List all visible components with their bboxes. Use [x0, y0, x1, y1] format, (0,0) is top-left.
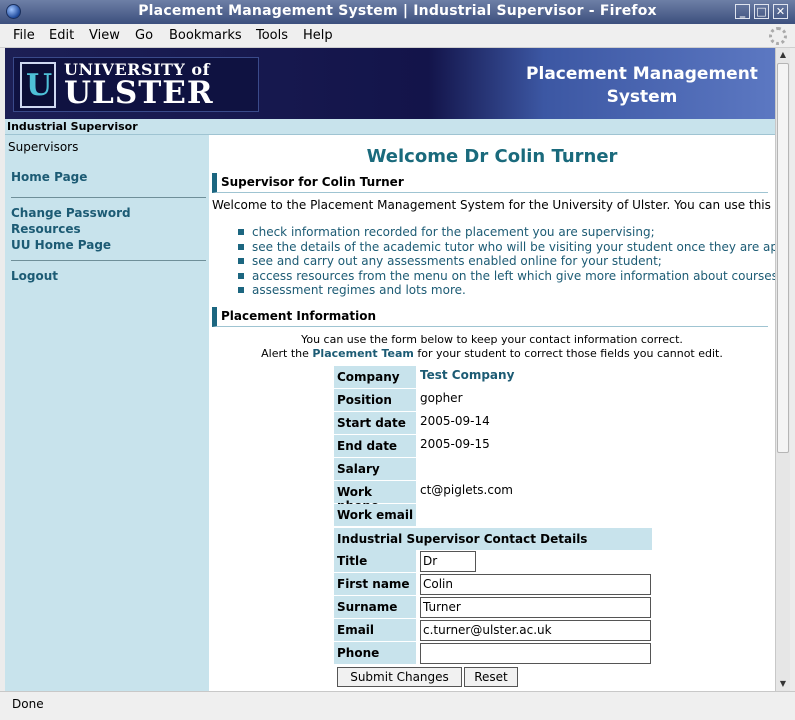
- system-title: Placement Management System: [526, 64, 758, 107]
- field-value: 2005-09-14: [420, 414, 490, 428]
- email-field[interactable]: c.turner@ulster.ac.uk: [420, 620, 651, 641]
- field-value: 2005-09-15: [420, 437, 490, 451]
- menu-file[interactable]: File: [13, 28, 35, 43]
- list-item: see the details of the academic tutor wh…: [237, 240, 775, 255]
- field-value: gopher: [420, 391, 463, 405]
- throbber-icon: [769, 27, 787, 45]
- title-field[interactable]: Dr: [420, 551, 476, 572]
- menu-bookmarks[interactable]: Bookmarks: [169, 28, 242, 43]
- phone-field[interactable]: [420, 643, 651, 664]
- menu-go[interactable]: Go: [135, 28, 153, 43]
- field-label: First name: [334, 573, 416, 595]
- menu-tools[interactable]: Tools: [256, 28, 288, 43]
- placement-team-link[interactable]: Placement Team: [312, 347, 413, 360]
- field-label: Work email: [334, 504, 416, 526]
- section-heading-supervisor: Supervisor for Colin Turner: [212, 173, 768, 193]
- sidebar-divider: [11, 260, 206, 261]
- menu-view[interactable]: View: [89, 28, 120, 43]
- section-heading-placement: Placement Information: [212, 307, 768, 327]
- list-item: access resources from the menu on the le…: [237, 269, 775, 284]
- submit-changes-button[interactable]: Submit Changes: [337, 667, 462, 687]
- scrollbar-thumb[interactable]: [777, 63, 789, 453]
- sidebar: Supervisors Home Page Change Password Re…: [5, 135, 209, 691]
- field-label: Start date: [334, 412, 416, 434]
- field-label: Salary: [334, 458, 416, 480]
- sidebar-link-home[interactable]: Home Page: [11, 170, 87, 184]
- menu-help[interactable]: Help: [303, 28, 333, 43]
- field-label: Position: [334, 389, 416, 411]
- field-value: ct@piglets.com: [420, 483, 513, 497]
- sidebar-link-change-password[interactable]: Change Password: [11, 206, 131, 220]
- intro-text: Welcome to the Placement Management Syst…: [212, 198, 775, 212]
- page-viewport: U UNIVERSITY of ULSTER Placement Managem…: [5, 48, 775, 691]
- sidebar-divider: [11, 197, 206, 198]
- maximize-button[interactable]: □: [754, 4, 769, 19]
- form-note-alert: Alert the Placement Team for your studen…: [261, 347, 723, 360]
- window-titlebar: Placement Management System | Industrial…: [0, 0, 795, 24]
- field-label: Company: [334, 366, 416, 388]
- scroll-up-icon[interactable]: ▲: [776, 48, 790, 62]
- field-label: Work phone: [334, 481, 416, 513]
- logo-line2: ULSTER: [64, 75, 214, 111]
- field-label: Title: [334, 550, 416, 572]
- reset-button[interactable]: Reset: [464, 667, 518, 687]
- field-label: Surname: [334, 596, 416, 618]
- list-item-continuation: assessment regimes and lots more.: [237, 283, 775, 298]
- menu-edit[interactable]: Edit: [49, 28, 74, 43]
- minimize-button[interactable]: _: [735, 4, 750, 19]
- list-item: check information recorded for the place…: [237, 225, 775, 240]
- close-button[interactable]: ✕: [773, 4, 788, 19]
- surname-field[interactable]: Turner: [420, 597, 651, 618]
- form-note: You can use the form below to keep your …: [301, 333, 683, 346]
- page-title: Welcome Dr Colin Turner: [366, 146, 618, 167]
- sidebar-link-logout[interactable]: Logout: [11, 269, 58, 283]
- menu-bar: File Edit View Go Bookmarks Tools Help: [0, 24, 795, 48]
- site-banner: U UNIVERSITY of ULSTER Placement Managem…: [5, 48, 775, 119]
- feature-list: check information recorded for the place…: [237, 225, 775, 298]
- field-label: Email: [334, 619, 416, 641]
- vertical-scrollbar[interactable]: ▲ ▼: [775, 48, 790, 691]
- status-text: Done: [12, 697, 44, 711]
- scroll-down-icon[interactable]: ▼: [776, 677, 790, 691]
- field-label: Phone: [334, 642, 416, 664]
- first-name-field[interactable]: Colin: [420, 574, 651, 595]
- list-item: see and carry out any assessments enable…: [237, 254, 775, 269]
- role-bar: Industrial Supervisor: [5, 119, 775, 135]
- sidebar-heading: Supervisors: [8, 140, 79, 154]
- status-bar: Done: [0, 691, 795, 720]
- company-link[interactable]: Test Company: [420, 366, 514, 382]
- logo-mark: U: [20, 62, 56, 108]
- sidebar-link-uu-home[interactable]: UU Home Page: [11, 238, 111, 252]
- university-logo[interactable]: U UNIVERSITY of ULSTER: [13, 57, 259, 112]
- contact-heading: Industrial Supervisor Contact Details: [334, 528, 652, 550]
- field-label: End date: [334, 435, 416, 457]
- sidebar-link-resources[interactable]: Resources: [11, 222, 81, 236]
- window-title: Placement Management System | Industrial…: [138, 3, 657, 19]
